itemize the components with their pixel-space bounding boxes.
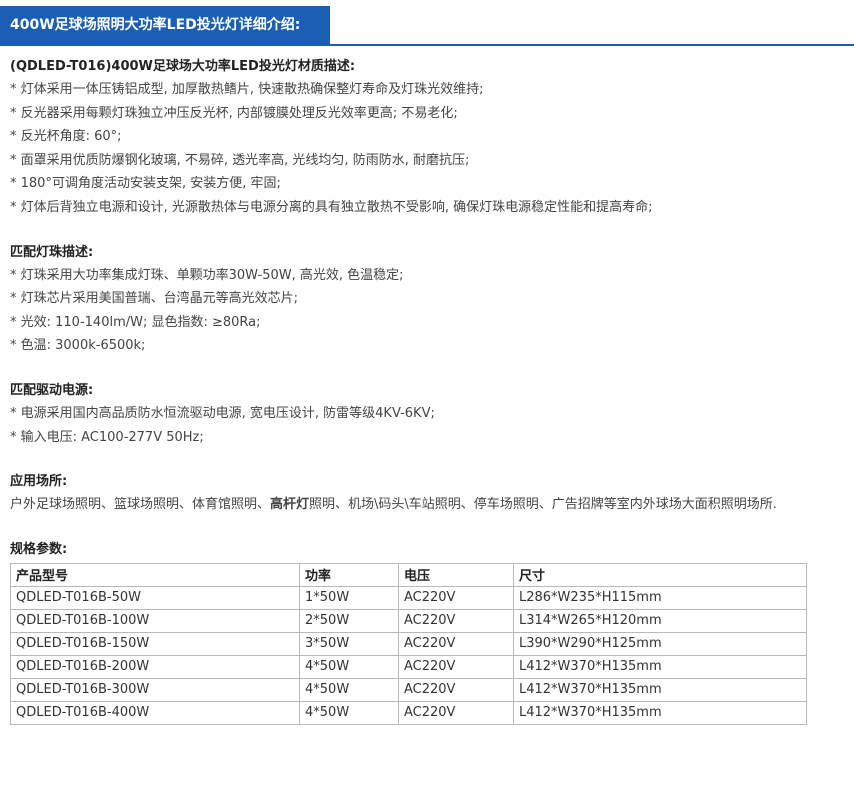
driver-list: * 电源采用国内高品质防水恒流驱动电源, 宽电压设计, 防雷等级4KV-6KV;… bbox=[10, 402, 846, 449]
model-cell: QDLED-T016B-50W bbox=[10, 585, 300, 610]
specs-header-row: 产品型号 功率 电压 尺寸 bbox=[10, 562, 807, 587]
size-cell: L286*W235*H115mm bbox=[513, 585, 807, 610]
size-cell: L412*W370*H135mm bbox=[513, 654, 807, 679]
specs-header-voltage: 电压 bbox=[398, 562, 514, 587]
size-cell: L390*W290*H125mm bbox=[513, 631, 807, 656]
table-row: QDLED-T016B-150W 3*50W AC220V L390*W290*… bbox=[10, 631, 807, 656]
specs-header-size: 尺寸 bbox=[513, 562, 807, 587]
power-cell: 4*50W bbox=[299, 700, 399, 725]
model-cell: QDLED-T016B-100W bbox=[10, 608, 300, 633]
leds-item: * 光效: 110-140lm/W; 显色指数: ≥80Ra; bbox=[10, 314, 261, 330]
driver-item: * 电源采用国内高品质防水恒流驱动电源, 宽电压设计, 防雷等级4KV-6KV; bbox=[10, 405, 435, 421]
power-cell: 4*50W bbox=[299, 677, 399, 702]
size-cell: L412*W370*H135mm bbox=[513, 677, 807, 702]
leds-title: 匹配灯珠描述: bbox=[10, 244, 94, 260]
specs-table: 产品型号 功率 电压 尺寸 QDLED-T016B-50W 1*50W AC22… bbox=[10, 562, 807, 725]
leds-item: * 灯珠芯片采用美国普瑞、台湾晶元等高光效芯片; bbox=[10, 291, 299, 307]
applications-title: 应用场所: bbox=[10, 474, 68, 490]
applications-bold-term: 高杆灯 bbox=[270, 497, 310, 513]
specs-title: 规格参数: bbox=[10, 541, 68, 557]
power-cell: 4*50W bbox=[299, 654, 399, 679]
applications-text: 户外足球场照明、篮球场照明、体育馆照明、高杆灯照明、机场\码头\车站照明、停车场… bbox=[10, 493, 846, 517]
header-bar: 400W足球场照明大功率LED投光灯详细介绍: bbox=[0, 0, 854, 46]
materials-item: * 反光器采用每颗灯珠独立冲压反光杯, 内部镀膜处理反光效率更高; 不易老化; bbox=[10, 105, 458, 121]
voltage-cell: AC220V bbox=[398, 700, 514, 725]
materials-item: * 面罩采用优质防爆钢化玻璃, 不易碎, 透光率高, 光线均匀, 防雨防水, 耐… bbox=[10, 152, 470, 168]
content: (QDLED-T016)400W足球场大功率LED投光灯材质描述: * 灯体采用… bbox=[10, 56, 846, 725]
materials-item: * 180°可调角度活动安装支架, 安装方便, 牢固; bbox=[10, 176, 281, 192]
table-row: QDLED-T016B-400W 4*50W AC220V L412*W370*… bbox=[10, 700, 807, 725]
applications-text-start: 户外足球场照明、篮球场照明、体育馆照明、 bbox=[10, 497, 271, 513]
table-row: QDLED-T016B-50W 1*50W AC220V L286*W235*H… bbox=[10, 585, 807, 610]
voltage-cell: AC220V bbox=[398, 631, 514, 656]
voltage-cell: AC220V bbox=[398, 654, 514, 679]
materials-title: (QDLED-T016)400W足球场大功率LED投光灯材质描述: bbox=[10, 59, 356, 74]
power-cell: 1*50W bbox=[299, 585, 399, 610]
leds-item: * 色温: 3000k-6500k; bbox=[10, 338, 146, 354]
leds-item: * 灯珠采用大功率集成灯珠、单颗功率30W-50W, 高光效, 色温稳定; bbox=[10, 267, 404, 283]
voltage-cell: AC220V bbox=[398, 585, 514, 610]
specs-header-power: 功率 bbox=[299, 562, 399, 587]
applications-text-end: 照明、机场\码头\车站照明、停车场照明、广告招牌等室内外球场大面积照明场所. bbox=[309, 497, 777, 513]
voltage-cell: AC220V bbox=[398, 608, 514, 633]
power-cell: 2*50W bbox=[299, 608, 399, 633]
model-cell: QDLED-T016B-300W bbox=[10, 677, 300, 702]
table-row: QDLED-T016B-200W 4*50W AC220V L412*W370*… bbox=[10, 654, 807, 679]
voltage-cell: AC220V bbox=[398, 677, 514, 702]
leds-list: * 灯珠采用大功率集成灯珠、单颗功率30W-50W, 高光效, 色温稳定; * … bbox=[10, 264, 846, 358]
model-cell: QDLED-T016B-150W bbox=[10, 631, 300, 656]
model-cell: QDLED-T016B-400W bbox=[10, 700, 300, 725]
table-row: QDLED-T016B-100W 2*50W AC220V L314*W265*… bbox=[10, 608, 807, 633]
header-title: 400W足球场照明大功率LED投光灯详细介绍: bbox=[0, 6, 330, 44]
materials-list: * 灯体采用一体压铸铝成型, 加厚散热鳍片, 快速散热确保整灯寿命及灯珠光效维持… bbox=[10, 78, 846, 220]
size-cell: L412*W370*H135mm bbox=[513, 700, 807, 725]
size-cell: L314*W265*H120mm bbox=[513, 608, 807, 633]
power-cell: 3*50W bbox=[299, 631, 399, 656]
materials-item: * 灯体采用一体压铸铝成型, 加厚散热鳍片, 快速散热确保整灯寿命及灯珠光效维持… bbox=[10, 82, 484, 97]
specs-header-model: 产品型号 bbox=[10, 562, 300, 587]
driver-item: * 输入电压: AC100-277V 50Hz; bbox=[10, 429, 204, 445]
materials-item: * 灯体后背独立电源和设计, 光源散热体与电源分离的具有独立散热不受影响, 确保… bbox=[10, 199, 653, 215]
materials-item: * 反光杯角度: 60°; bbox=[10, 129, 122, 145]
driver-title: 匹配驱动电源: bbox=[10, 382, 94, 398]
model-cell: QDLED-T016B-200W bbox=[10, 654, 300, 679]
table-row: QDLED-T016B-300W 4*50W AC220V L412*W370*… bbox=[10, 677, 807, 702]
